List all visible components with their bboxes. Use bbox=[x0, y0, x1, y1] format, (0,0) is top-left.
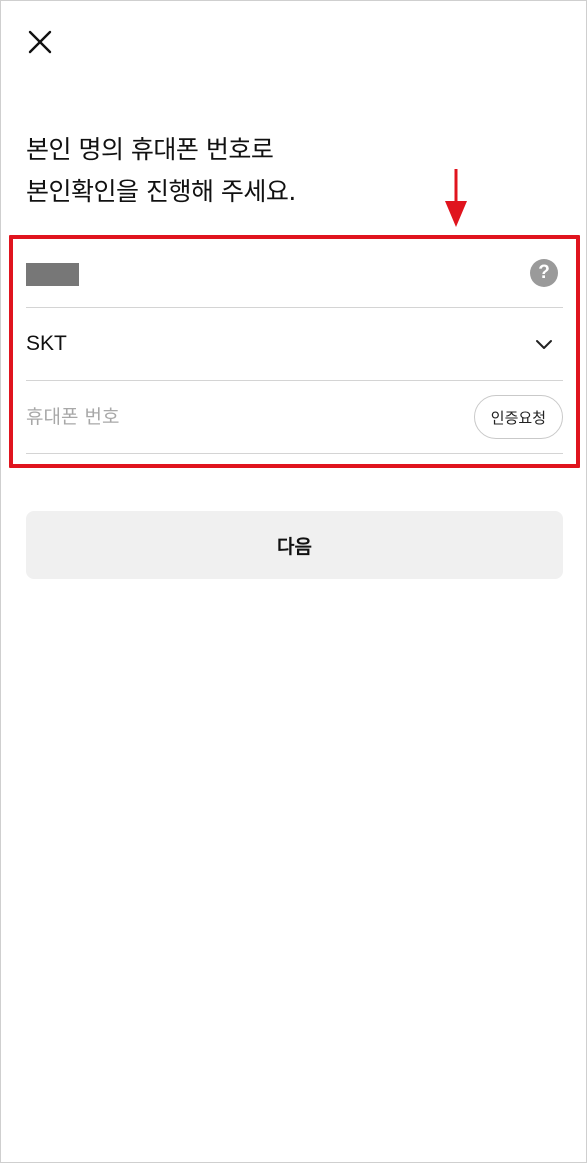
question-icon[interactable]: ? bbox=[530, 259, 558, 287]
carrier-value: SKT bbox=[26, 332, 67, 355]
chevron-down-icon bbox=[536, 340, 552, 349]
phone-field-row: 인증요청 bbox=[26, 381, 563, 454]
name-field-row: ? bbox=[26, 239, 563, 308]
annotation-arrow-icon bbox=[445, 169, 467, 227]
page-title: 본인 명의 휴대폰 번호로 본인확인을 진행해 주세요. bbox=[26, 129, 296, 213]
masked-name-value bbox=[26, 262, 79, 286]
page-title-line-1: 본인 명의 휴대폰 번호로 bbox=[26, 135, 274, 164]
page-title-line-2: 본인확인을 진행해 주세요. bbox=[26, 177, 296, 206]
question-icon-glyph: ? bbox=[538, 262, 550, 283]
close-button[interactable] bbox=[23, 25, 57, 59]
verification-form: ? SKT 인증요청 bbox=[26, 239, 563, 454]
phone-number-input[interactable] bbox=[26, 406, 406, 428]
carrier-select[interactable]: SKT bbox=[26, 308, 563, 381]
verify-request-button[interactable]: 인증요청 bbox=[473, 395, 563, 439]
identity-verification-screen: 본인 명의 휴대폰 번호로 본인확인을 진행해 주세요. ? SKT 인증요청 … bbox=[0, 0, 587, 1163]
close-icon bbox=[28, 30, 52, 54]
next-button[interactable]: 다음 bbox=[26, 511, 563, 579]
